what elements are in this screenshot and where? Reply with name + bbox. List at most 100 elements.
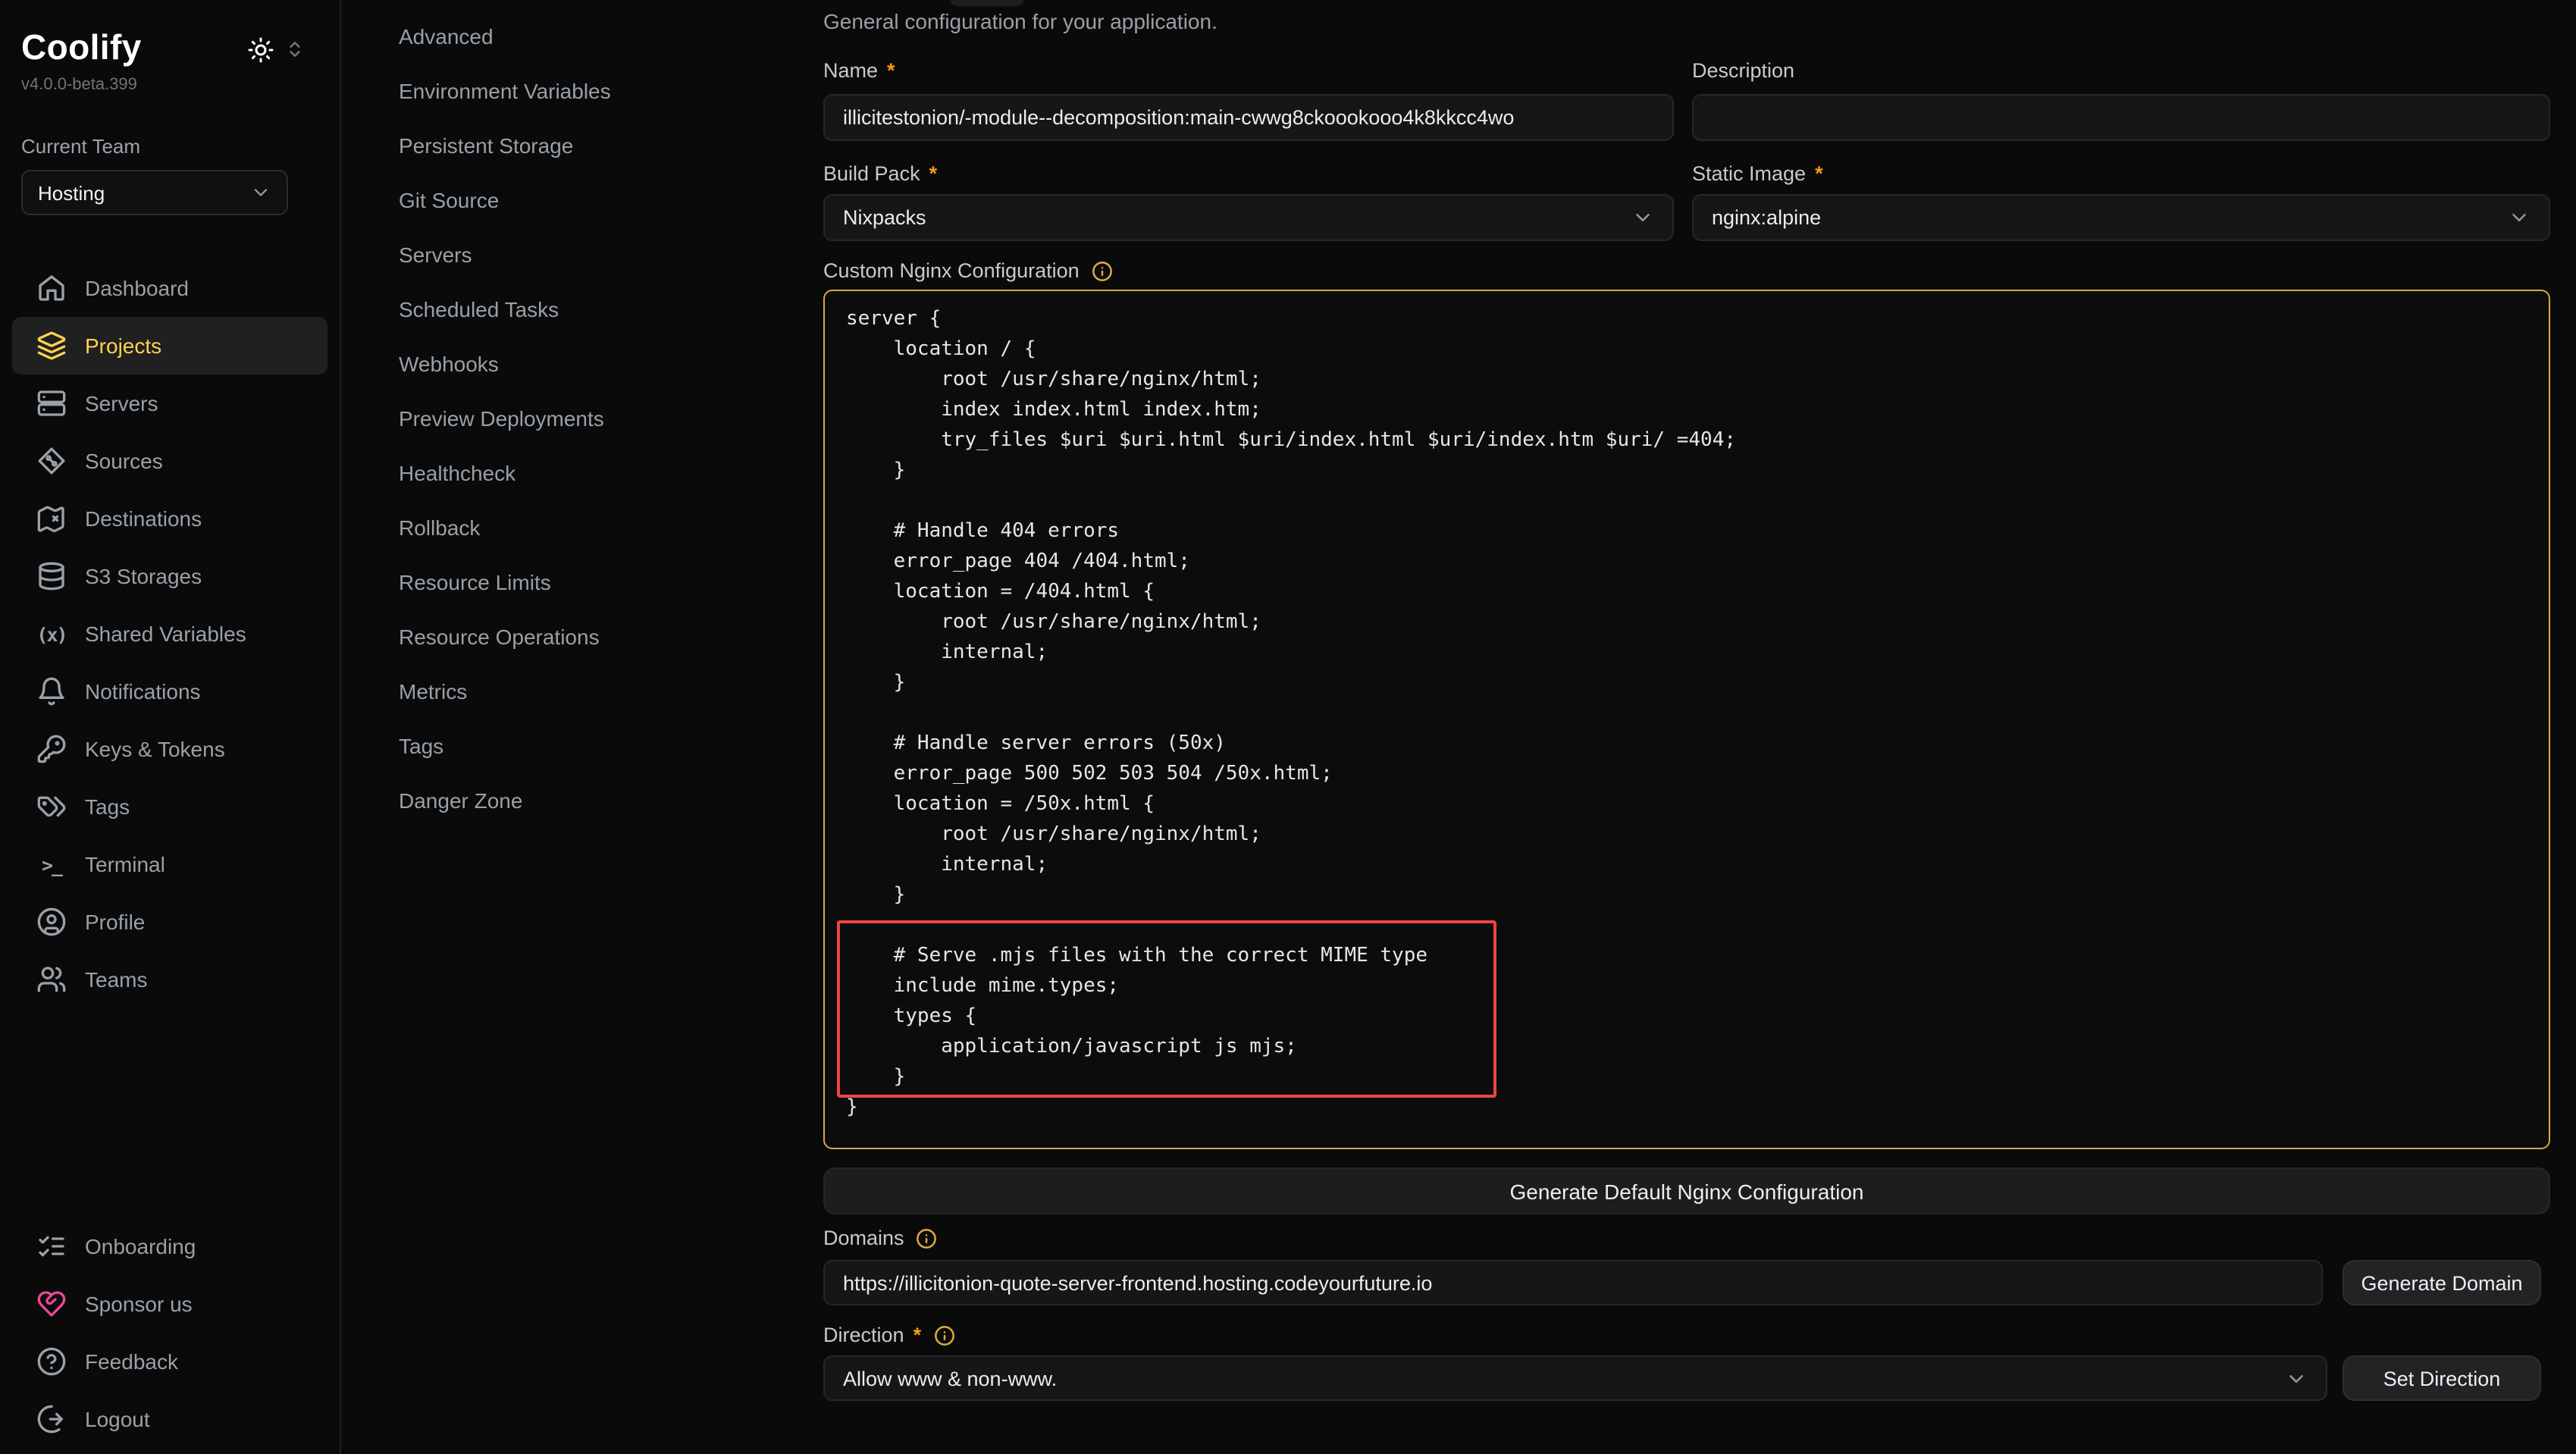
domains-input[interactable]: https://illicitonion-quote-server-fronte… — [823, 1260, 2323, 1305]
name-input-value: illicitestonion/-module--decomposition:m… — [843, 106, 1514, 129]
coolify-app: Coolify v4.0.0-beta.399 Current Team Hos… — [0, 0, 2576, 1454]
sidebar-item-terminal[interactable]: >_ Terminal — [12, 835, 327, 893]
name-input[interactable]: illicitestonion/-module--decomposition:m… — [823, 94, 1674, 141]
static-image-label: Static Image* — [1692, 162, 1823, 185]
sidebar-item-label: Teams — [85, 967, 147, 992]
theme-toggle-sun-icon[interactable] — [247, 36, 274, 64]
direction-value: Allow www & non-www. — [843, 1367, 1057, 1390]
sidebar-item-label: Notifications — [85, 679, 201, 703]
sidebar-item-teams[interactable]: Teams — [12, 951, 327, 1008]
sidebar: Coolify v4.0.0-beta.399 Current Team Hos… — [0, 0, 341, 1454]
map-icon — [36, 503, 67, 534]
help-circle-icon — [36, 1346, 67, 1377]
config-menu-rollback[interactable]: Rollback — [399, 500, 778, 555]
config-menu-resource-limits[interactable]: Resource Limits — [399, 555, 778, 609]
sidebar-item-logout[interactable]: Logout — [12, 1390, 327, 1448]
config-menu-advanced[interactable]: Advanced — [399, 9, 778, 64]
team-select-value: Hosting — [38, 181, 105, 204]
config-menu-preview-deployments[interactable]: Preview Deployments — [399, 391, 778, 446]
nginx-config-label: Custom Nginx Configuration — [823, 259, 1113, 282]
description-input[interactable] — [1692, 94, 2550, 141]
build-pack-value: Nixpacks — [843, 206, 926, 229]
sidebar-item-notifications[interactable]: Notifications — [12, 663, 327, 720]
server-icon — [36, 388, 67, 418]
required-marker: * — [1815, 162, 1823, 185]
sidebar-item-label: Destinations — [85, 506, 202, 531]
required-marker: * — [929, 162, 938, 185]
sidebar-item-sources[interactable]: Sources — [12, 432, 327, 490]
config-menu-danger-zone[interactable]: Danger Zone — [399, 773, 778, 828]
sidebar-item-destinations[interactable]: Destinations — [12, 490, 327, 547]
key-icon — [36, 734, 67, 764]
config-menu-metrics[interactable]: Metrics — [399, 664, 778, 719]
sidebar-item-label: S3 Storages — [85, 564, 202, 588]
version-updown-icon[interactable] — [285, 39, 305, 59]
static-image-select[interactable]: nginx:alpine — [1692, 194, 2550, 241]
sidebar-item-label: Tags — [85, 794, 130, 819]
name-label: Name* — [823, 59, 895, 82]
config-menu-healthcheck[interactable]: Healthcheck — [399, 446, 778, 500]
sidebar-item-label: Sources — [85, 449, 163, 473]
generate-default-nginx-config-button[interactable]: Generate Default Nginx Configuration — [823, 1167, 2550, 1214]
info-icon[interactable] — [933, 1324, 954, 1346]
chevron-down-icon — [250, 182, 271, 203]
sidebar-item-projects[interactable]: Projects — [12, 317, 327, 374]
user-circle-icon — [36, 907, 67, 937]
config-menu-environment-variables[interactable]: Environment Variables — [399, 64, 778, 118]
sidebar-item-label: Logout — [85, 1407, 150, 1431]
direction-label: Direction* — [823, 1324, 954, 1346]
info-icon[interactable] — [917, 1227, 938, 1249]
description-label: Description — [1692, 59, 1794, 82]
chevron-down-icon — [2508, 206, 2531, 229]
sidebar-item-label: Terminal — [85, 852, 165, 876]
domains-label: Domains — [823, 1227, 938, 1249]
config-menu-scheduled-tasks[interactable]: Scheduled Tasks — [399, 282, 778, 337]
generate-domain-button[interactable]: Generate Domain — [2343, 1260, 2541, 1305]
sidebar-item-feedback[interactable]: Feedback — [12, 1333, 327, 1390]
set-direction-button[interactable]: Set Direction — [2343, 1355, 2541, 1401]
scrolled-button-sliver — [951, 0, 1023, 6]
config-menu-servers[interactable]: Servers — [399, 227, 778, 282]
sidebar-item-label: Profile — [85, 910, 145, 934]
home-icon — [36, 273, 67, 303]
braces-x-icon: (x) — [36, 622, 67, 645]
sidebar-item-servers[interactable]: Servers — [12, 374, 327, 432]
users-icon — [36, 964, 67, 995]
git-source-icon — [36, 446, 67, 476]
database-icon — [36, 561, 67, 591]
chevron-down-icon — [1631, 206, 1654, 229]
config-menu-webhooks[interactable]: Webhooks — [399, 337, 778, 391]
sidebar-item-shared-variables[interactable]: (x) Shared Variables — [12, 605, 327, 663]
sidebar-item-tags[interactable]: Tags — [12, 778, 327, 835]
logout-icon — [36, 1404, 67, 1434]
layers-icon — [36, 331, 67, 361]
sidebar-item-dashboard[interactable]: Dashboard — [12, 259, 327, 317]
current-team-label: Current Team — [21, 135, 140, 158]
sidebar-item-profile[interactable]: Profile — [12, 893, 327, 951]
config-menu-tags[interactable]: Tags — [399, 719, 778, 773]
sidebar-item-keys-tokens[interactable]: Keys & Tokens — [12, 720, 327, 778]
direction-select[interactable]: Allow www & non-www. — [823, 1355, 2327, 1401]
app-version: v4.0.0-beta.399 — [21, 76, 137, 94]
sidebar-item-label: Feedback — [85, 1349, 178, 1374]
sidebar-item-label: Dashboard — [85, 276, 189, 300]
config-menu-persistent-storage[interactable]: Persistent Storage — [399, 118, 778, 173]
bell-icon — [36, 676, 67, 707]
nginx-config-code: server { location / { root /usr/share/ng… — [825, 291, 2549, 1148]
sidebar-item-sponsor-us[interactable]: Sponsor us — [12, 1275, 327, 1333]
build-pack-select[interactable]: Nixpacks — [823, 194, 1674, 241]
team-select[interactable]: Hosting — [21, 170, 288, 215]
nginx-config-textarea[interactable]: server { location / { root /usr/share/ng… — [823, 290, 2550, 1149]
sidebar-item-s3-storages[interactable]: S3 Storages — [12, 547, 327, 605]
config-menu-git-source[interactable]: Git Source — [399, 173, 778, 227]
sidebar-item-label: Onboarding — [85, 1234, 196, 1258]
sidebar-item-onboarding[interactable]: Onboarding — [12, 1217, 327, 1275]
info-icon[interactable] — [1092, 260, 1113, 281]
required-marker: * — [914, 1324, 922, 1346]
build-pack-label: Build Pack* — [823, 162, 937, 185]
required-marker: * — [887, 59, 895, 82]
domains-input-value: https://illicitonion-quote-server-fronte… — [843, 1271, 1432, 1294]
sidebar-item-label: Projects — [85, 334, 161, 358]
config-menu-resource-operations[interactable]: Resource Operations — [399, 609, 778, 664]
app-logo[interactable]: Coolify — [21, 27, 142, 68]
